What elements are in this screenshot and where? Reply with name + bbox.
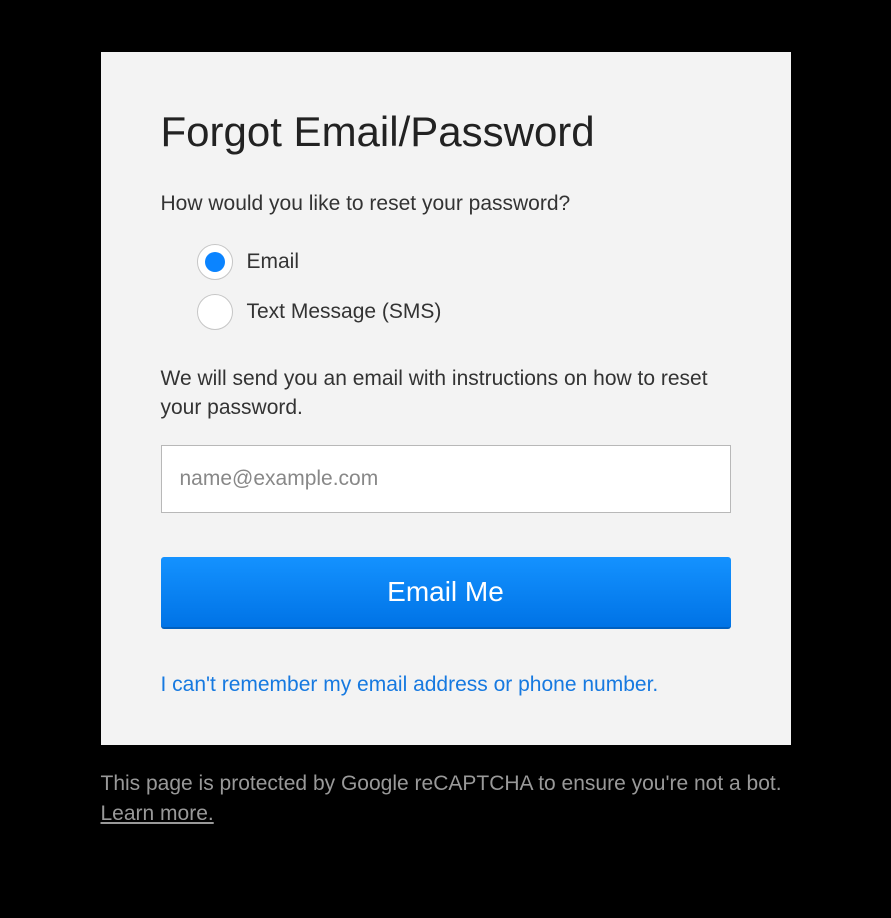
reset-prompt: How would you like to reset your passwor… xyxy=(161,192,731,216)
cant-remember-link[interactable]: I can't remember my email address or pho… xyxy=(161,673,731,697)
radio-label: Email xyxy=(247,250,300,274)
radio-button-icon xyxy=(197,294,233,330)
method-description: We will send you an email with instructi… xyxy=(161,364,731,423)
radio-option-email[interactable]: Email xyxy=(197,244,731,280)
recaptcha-footer: This page is protected by Google reCAPTC… xyxy=(101,769,791,830)
recaptcha-text: This page is protected by Google reCAPTC… xyxy=(101,772,782,795)
learn-more-link[interactable]: Learn more. xyxy=(101,802,214,825)
radio-option-sms[interactable]: Text Message (SMS) xyxy=(197,294,731,330)
email-field[interactable] xyxy=(161,445,731,513)
forgot-password-card: Forgot Email/Password How would you like… xyxy=(101,52,791,745)
reset-method-group: Email Text Message (SMS) xyxy=(197,244,731,330)
radio-label: Text Message (SMS) xyxy=(247,300,442,324)
email-me-button[interactable]: Email Me xyxy=(161,557,731,629)
radio-button-icon xyxy=(197,244,233,280)
page-title: Forgot Email/Password xyxy=(161,108,731,156)
